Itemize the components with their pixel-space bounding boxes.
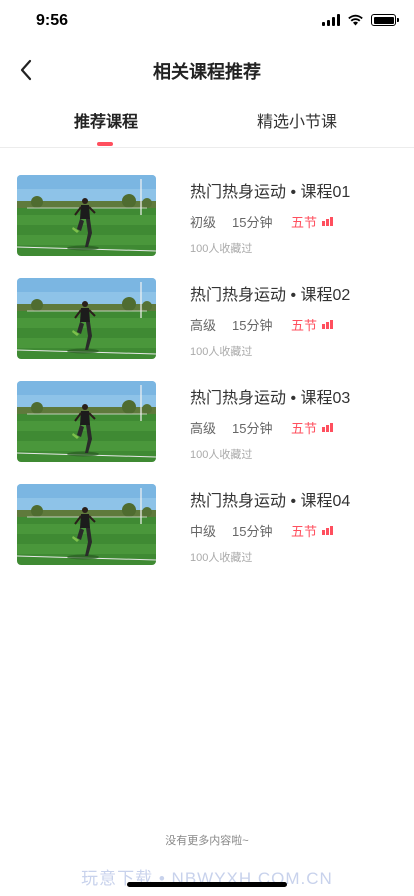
course-sections: 五节	[291, 318, 318, 333]
course-item[interactable]: 热门热身运动 • 课程03 高级 15分钟 五节 100人收藏过	[0, 378, 414, 466]
tab-bar: 推荐课程 精选小节课	[0, 100, 414, 148]
course-title: 热门热身运动 • 课程01	[190, 184, 351, 201]
course-item[interactable]: 热门热身运动 • 课程02 高级 15分钟 五节 100人收藏过	[0, 275, 414, 363]
difficulty-bars-icon	[322, 526, 333, 535]
course-sections: 五节	[291, 421, 318, 436]
home-indicator	[127, 882, 287, 887]
course-meta: 高级 15分钟 五节	[190, 418, 333, 437]
course-level: 初级	[190, 215, 217, 230]
course-thumbnail	[17, 484, 156, 565]
course-favorites: 100人收藏过	[190, 449, 253, 461]
course-favorites: 100人收藏过	[190, 243, 253, 255]
cellular-signal-icon	[322, 14, 340, 26]
course-title: 热门热身运动 • 课程02	[190, 287, 351, 304]
course-duration: 15分钟	[232, 215, 273, 230]
course-favorites: 100人收藏过	[190, 552, 253, 564]
course-title: 热门热身运动 • 课程04	[190, 493, 351, 510]
difficulty-bars-icon	[322, 217, 333, 226]
course-level: 中级	[190, 524, 217, 539]
course-level: 高级	[190, 421, 217, 436]
course-meta: 高级 15分钟 五节	[190, 315, 333, 334]
difficulty-bars-icon	[322, 423, 333, 432]
status-icons	[322, 14, 399, 26]
course-duration: 15分钟	[232, 318, 273, 333]
status-bar: 9:56	[0, 0, 414, 44]
course-duration: 15分钟	[232, 524, 273, 539]
course-thumbnail	[17, 381, 156, 462]
course-sections: 五节	[291, 524, 318, 539]
course-thumbnail	[17, 278, 156, 359]
course-title: 热门热身运动 • 课程03	[190, 390, 351, 407]
nav-bar: 相关课程推荐	[0, 44, 414, 96]
no-more-content-note: 没有更多内容啦~	[165, 835, 249, 847]
course-meta: 初级 15分钟 五节	[190, 212, 333, 231]
course-favorites: 100人收藏过	[190, 346, 253, 358]
difficulty-bars-icon	[322, 320, 333, 329]
course-item[interactable]: 热门热身运动 • 课程01 初级 15分钟 五节 100人收藏过	[0, 172, 414, 260]
course-meta: 中级 15分钟 五节	[190, 521, 333, 540]
course-thumbnail	[17, 175, 156, 256]
tab-recommended-courses[interactable]: 推荐课程	[74, 108, 138, 132]
tab-selected-section-courses[interactable]: 精选小节课	[257, 108, 337, 132]
status-time: 9:56	[36, 12, 69, 29]
course-item[interactable]: 热门热身运动 • 课程04 中级 15分钟 五节 100人收藏过	[0, 481, 414, 569]
course-level: 高级	[190, 318, 217, 333]
battery-icon	[371, 14, 399, 26]
page-title: 相关课程推荐	[153, 62, 261, 82]
course-duration: 15分钟	[232, 421, 273, 436]
wifi-icon	[348, 14, 363, 26]
course-sections: 五节	[291, 215, 318, 230]
active-tab-indicator	[97, 142, 113, 146]
